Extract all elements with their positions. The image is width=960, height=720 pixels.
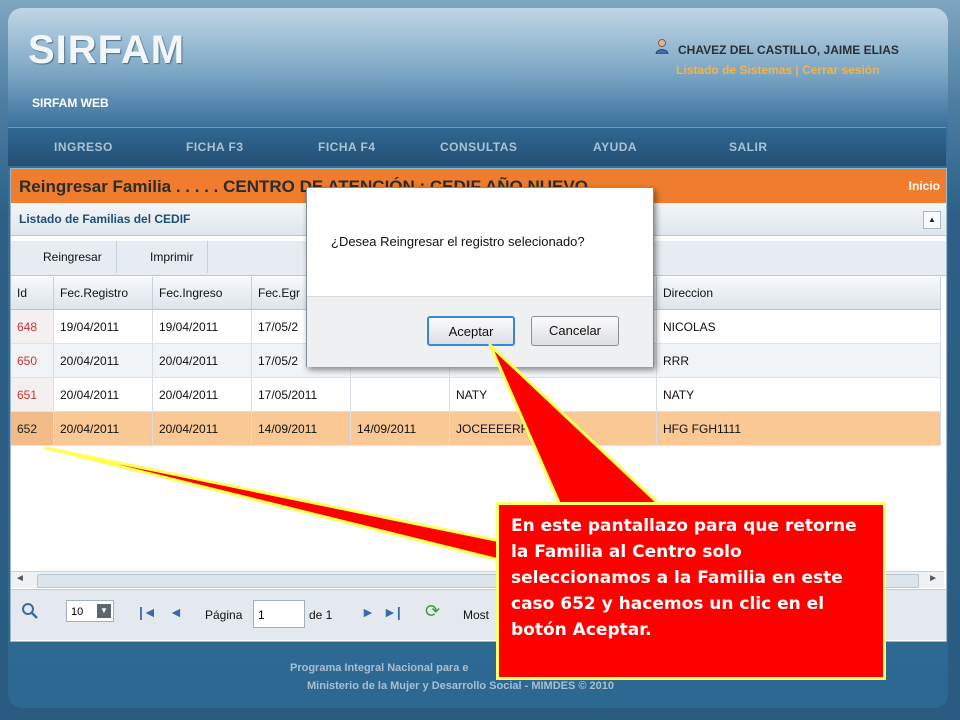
instruction-callout: En este pantallazo para que retorne la F… <box>496 502 886 680</box>
arrow-to-accept <box>488 343 662 507</box>
arrow-to-row <box>44 446 562 577</box>
